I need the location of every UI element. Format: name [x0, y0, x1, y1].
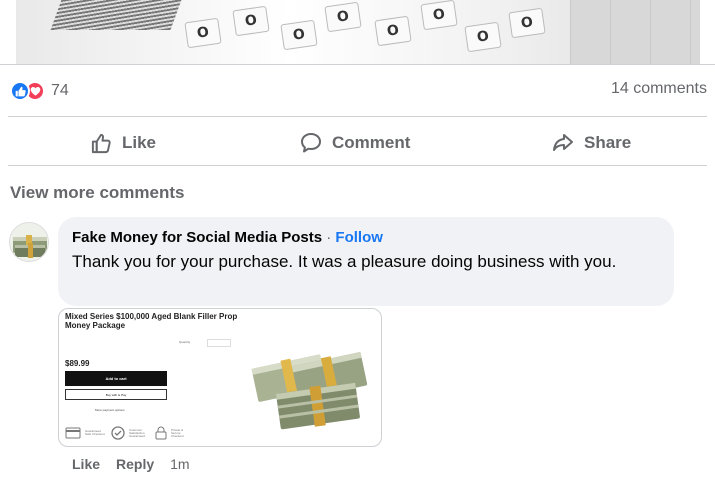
divider: [0, 64, 715, 65]
comment-text: Thank you for your purchase. It was a pl…: [72, 252, 617, 271]
share-button-label: Share: [584, 133, 632, 152]
reactions-summary[interactable]: 74: [10, 80, 69, 102]
badge-label: Customer Satisfaction Guaranteed: [129, 427, 145, 438]
like-button-label: Like: [122, 133, 157, 152]
comment-reply-link[interactable]: Reply: [116, 456, 154, 472]
share-button[interactable]: Share: [551, 129, 631, 157]
share-icon: [553, 134, 573, 151]
avatar[interactable]: [9, 222, 49, 262]
divider: [8, 165, 707, 166]
trust-badges: Guaranteed Safe Checkout Customer Satisf…: [65, 426, 193, 440]
card-icon: [65, 427, 81, 439]
separator-dot: ·: [326, 229, 332, 246]
comment-attachment-image[interactable]: Mixed Series $100,000 Aged Blank Filler …: [58, 308, 382, 447]
check-icon: [111, 426, 125, 440]
post-image[interactable]: O O O O O O O O: [16, 0, 700, 64]
like-button[interactable]: Like: [90, 129, 156, 157]
comment-timestamp[interactable]: 1m: [170, 456, 189, 472]
comment-actions: Like Reply 1m: [72, 456, 190, 472]
reaction-count: 74: [51, 82, 69, 99]
comment-header: Fake Money for Social Media Posts · Foll…: [72, 228, 660, 248]
badge-label: Private & Secure Checkout: [171, 427, 184, 438]
quantity-label: Quantity: [179, 340, 191, 344]
cards-image: O O O O O O O O: [184, 0, 546, 64]
gpay-button: Buy with G Pay: [65, 389, 167, 400]
divider: [8, 116, 707, 117]
comment-button[interactable]: Comment: [299, 129, 410, 157]
add-to-cart-button: Add to cart: [65, 371, 167, 386]
wall-background: [570, 0, 700, 64]
comment-bubble: Fake Money for Social Media Posts · Foll…: [58, 217, 674, 306]
comments-count-link[interactable]: 14 comments: [611, 80, 707, 98]
comment-like-link[interactable]: Like: [72, 456, 100, 472]
badge-label: Guaranteed Safe Checkout: [85, 429, 105, 436]
like-icon: [10, 81, 30, 101]
money-stack-image: [251, 351, 368, 430]
comment-author[interactable]: Fake Money for Social Media Posts: [72, 229, 322, 246]
view-more-comments-link[interactable]: View more comments: [10, 183, 184, 203]
lock-icon: [155, 426, 167, 440]
card-stack-image: [50, 0, 182, 30]
product-title: Mixed Series $100,000 Aged Blank Filler …: [65, 312, 238, 330]
follow-link[interactable]: Follow: [335, 229, 383, 246]
product-price: $89.99: [65, 359, 90, 368]
quantity-box: [207, 339, 231, 347]
thumbs-up-icon: [91, 133, 111, 153]
comment-icon: [301, 133, 321, 153]
more-payment-link: More payment options: [95, 408, 125, 412]
comment-button-label: Comment: [332, 133, 411, 152]
